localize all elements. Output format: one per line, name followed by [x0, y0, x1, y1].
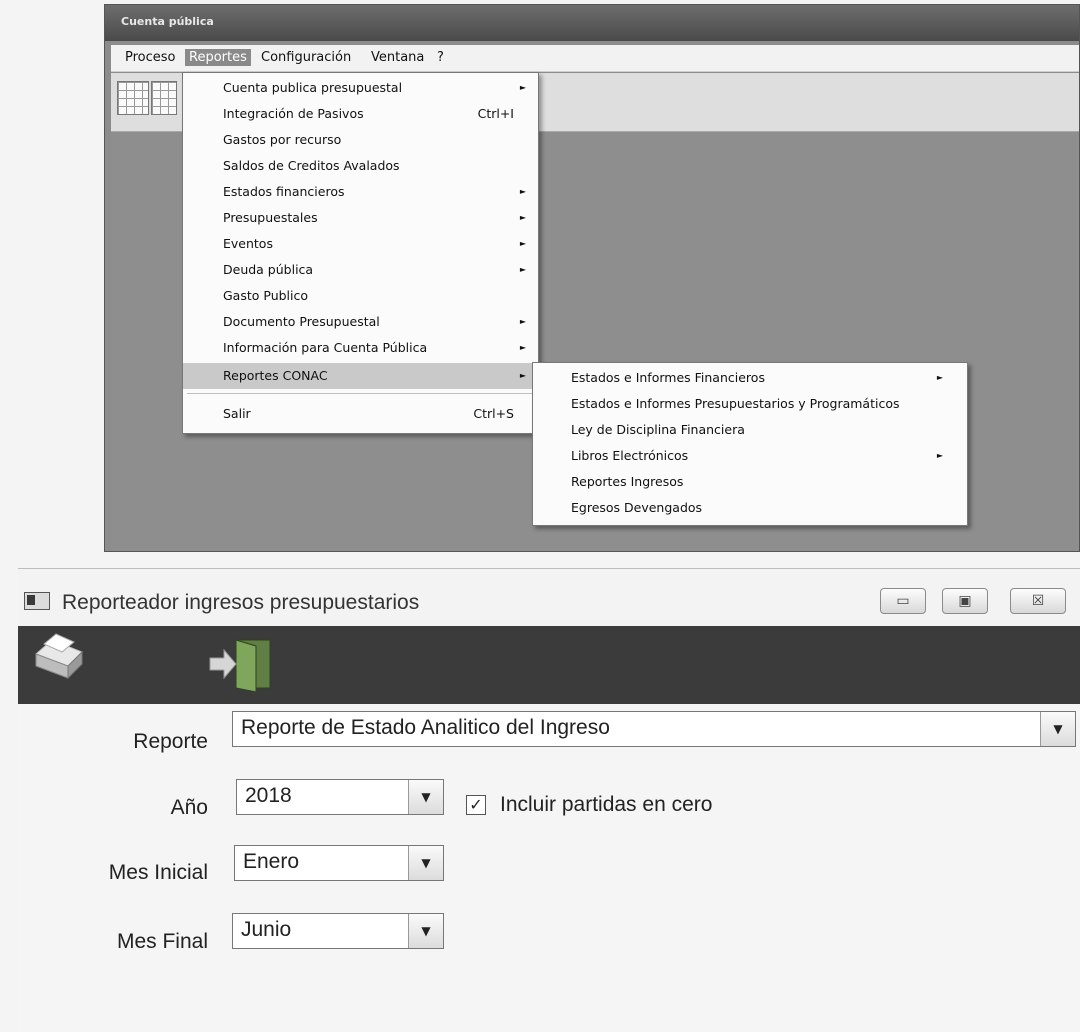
anio-select[interactable]: 2018 ▼: [236, 779, 444, 815]
menu-item-gasto-publico[interactable]: Gasto Publico: [183, 283, 538, 309]
conac-submenu: Estados e Informes Financieros ► Estados…: [532, 362, 968, 526]
app-titlebar: Cuenta pública: [105, 5, 1079, 41]
mes-final-label: Mes Final: [116, 930, 208, 953]
chevron-down-icon[interactable]: ▼: [408, 914, 443, 948]
app-title: Cuenta pública: [121, 15, 214, 28]
reporte-label: Reporte: [133, 730, 208, 753]
menu-item-informacion-cuenta-publica[interactable]: Información para Cuenta Pública ►: [183, 335, 538, 361]
submenu-arrow-icon: ►: [519, 83, 526, 92]
menu-proceso[interactable]: Proceso: [121, 49, 180, 66]
mes-inicial-label: Mes Inicial: [108, 861, 208, 884]
dialog-title: Reporteador ingresos presupuestarios: [62, 591, 420, 614]
dialog-titlebar: Reporteador ingresos presupuestarios ▭ ▣…: [18, 569, 1080, 625]
menu-reportes[interactable]: Reportes: [185, 49, 251, 66]
shortcut-label: Ctrl+S: [473, 406, 514, 421]
reporteador-dialog: Reporteador ingresos presupuestarios ▭ ▣…: [18, 568, 1080, 1032]
incluir-cero-label: Incluir partidas en cero: [500, 793, 713, 816]
close-button[interactable]: ☒: [1010, 588, 1066, 614]
menu-separator: [187, 393, 534, 394]
shortcut-label: Ctrl+I: [477, 106, 514, 121]
menu-bar: Proceso Reportes Configuración Ventana ?: [111, 45, 1079, 72]
reporte-value: Reporte de Estado Analitico del Ingreso: [241, 716, 610, 739]
reportes-dropdown: Cuenta publica presupuestal ► Integració…: [182, 72, 539, 434]
menu-item-eventos[interactable]: Eventos ►: [183, 231, 538, 257]
menu-item-deuda-publica[interactable]: Deuda pública ►: [183, 257, 538, 283]
chevron-down-icon[interactable]: ▼: [408, 846, 443, 880]
menu-item-salir[interactable]: Salir Ctrl+S: [183, 401, 538, 427]
submenu-arrow-icon: ►: [936, 451, 943, 460]
menu-ventana[interactable]: Ventana: [367, 49, 428, 66]
menu-item-integracion-pasivos[interactable]: Integración de Pasivos Ctrl+I: [183, 101, 538, 127]
grid-report-icon[interactable]: [117, 81, 149, 115]
printer-icon[interactable]: [30, 632, 86, 684]
submenu-item-estados-informes-financieros[interactable]: Estados e Informes Financieros ►: [533, 365, 967, 391]
submenu-item-reportes-ingresos[interactable]: Reportes Ingresos: [533, 469, 967, 495]
submenu-arrow-icon: ►: [519, 343, 526, 352]
submenu-item-ley-disciplina[interactable]: Ley de Disciplina Financiera: [533, 417, 967, 443]
submenu-item-presupuestarios-programaticos[interactable]: Estados e Informes Presupuestarios y Pro…: [533, 391, 967, 417]
menu-item-presupuestales[interactable]: Presupuestales ►: [183, 205, 538, 231]
menu-item-cuenta-publica-presupuestal[interactable]: Cuenta publica presupuestal ►: [183, 75, 538, 101]
menu-help[interactable]: ?: [433, 49, 448, 66]
minimize-button[interactable]: ▭: [880, 588, 926, 614]
submenu-arrow-icon: ►: [519, 213, 526, 222]
exit-door-icon[interactable]: [206, 636, 278, 692]
anio-label: Año: [170, 796, 208, 819]
menu-item-reportes-conac[interactable]: Reportes CONAC ►: [183, 363, 538, 389]
menu-item-gastos-recurso[interactable]: Gastos por recurso: [183, 127, 538, 153]
menu-configuracion[interactable]: Configuración: [257, 49, 355, 66]
submenu-arrow-icon: ►: [519, 371, 526, 380]
mes-final-value: Junio: [241, 918, 292, 941]
submenu-arrow-icon: ►: [936, 373, 943, 382]
submenu-arrow-icon: ►: [519, 265, 526, 274]
chevron-down-icon[interactable]: ▼: [408, 780, 443, 814]
mes-final-select[interactable]: Junio ▼: [232, 913, 444, 949]
chevron-down-icon[interactable]: ▼: [1040, 712, 1075, 746]
incluir-cero-checkbox[interactable]: ✓: [466, 795, 486, 815]
menu-item-saldos-creditos[interactable]: Saldos de Creditos Avalados: [183, 153, 538, 179]
mes-inicial-select[interactable]: Enero ▼: [234, 845, 444, 881]
dialog-toolbar: [18, 626, 1080, 704]
submenu-arrow-icon: ►: [519, 187, 526, 196]
table-report-icon[interactable]: [151, 81, 177, 115]
submenu-item-libros-electronicos[interactable]: Libros Electrónicos ►: [533, 443, 967, 469]
submenu-item-egresos-devengados[interactable]: Egresos Devengados: [533, 495, 967, 521]
menu-item-estados-financieros[interactable]: Estados financieros ►: [183, 179, 538, 205]
reporte-select[interactable]: Reporte de Estado Analitico del Ingreso …: [232, 711, 1076, 747]
submenu-arrow-icon: ►: [519, 317, 526, 326]
mes-inicial-value: Enero: [243, 850, 300, 873]
maximize-button[interactable]: ▣: [942, 588, 988, 614]
window-icon: [24, 592, 50, 610]
menu-item-documento-presupuestal[interactable]: Documento Presupuestal ►: [183, 309, 538, 335]
anio-value: 2018: [245, 784, 292, 807]
submenu-arrow-icon: ►: [519, 239, 526, 248]
